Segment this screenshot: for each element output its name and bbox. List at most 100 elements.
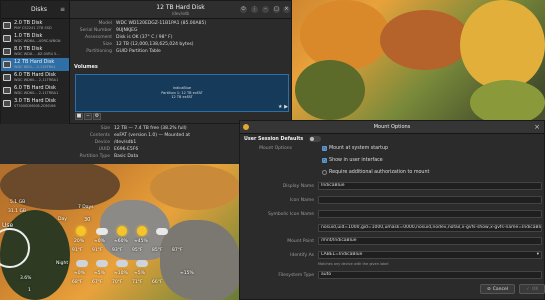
drive-info-key: Partitioning xyxy=(86,49,112,54)
disk-text: 6.0 TB Hard Disk WDC WD60... 2-11TRBA1 xyxy=(14,72,59,83)
drive-info-value: 9UJNKJEG xyxy=(116,28,138,33)
weather-widget: 5.1 GB 31.1 GB Use 7 Days Day 30 20% ≈0%… xyxy=(0,196,200,300)
disk-name: 12 TB Hard Disk xyxy=(14,58,55,65)
wallpaper-tree xyxy=(460,0,545,90)
partition-info-row: Partition Type Basic Data xyxy=(70,154,138,160)
symbolic-icon-name-label: Symbolic Icon Name xyxy=(267,211,314,217)
check-icon: ✓ xyxy=(526,286,530,292)
partition-info-key: Partition Type xyxy=(79,154,110,159)
disk-list-item[interactable]: 8.0 TB Disk WDC WD8... -6Z-0VR4 5... xyxy=(1,45,69,58)
volume-size: 12 TB exFAT xyxy=(171,95,193,99)
identify-as-hint: Matches any device with the given label xyxy=(318,262,389,266)
night-label: Night xyxy=(56,261,69,266)
volume-toolbar: ■ − ⚙ xyxy=(75,113,102,120)
night-precip: ≈0% xyxy=(74,271,85,276)
disk-list-item[interactable]: 6.0 TB Hard Disk WDC WD60... 2-11TRBA1 xyxy=(1,71,69,84)
sunny-icon xyxy=(137,226,147,236)
startup-option-label: Mount at system startup xyxy=(329,146,389,151)
checkbox-require-auth[interactable] xyxy=(322,170,327,175)
filesystem-type-label: Filesystem Type xyxy=(278,272,314,278)
night-low: 71°F xyxy=(132,280,143,285)
disk-list-item[interactable]: 12 TB Hard Disk WDC WD1... 2-11EFRA1 xyxy=(1,58,69,71)
partition-info-key: Size xyxy=(100,126,110,131)
drive-info-key: Model xyxy=(98,21,112,26)
day-precip: 20% xyxy=(74,239,85,244)
close-icon[interactable]: × xyxy=(534,121,540,134)
ok-label: OK xyxy=(531,286,539,292)
disk-device: /dev/sdb xyxy=(171,10,190,16)
night-precip: ≈5% xyxy=(94,271,105,276)
night-low: 67°F xyxy=(92,280,103,285)
symbolic-icon-name-field[interactable] xyxy=(318,210,542,218)
display-name-field[interactable]: IndicaBlue xyxy=(318,182,542,190)
disk-text: 3.0 TB Hard Disk ST3000DM008-2DM166 xyxy=(14,98,56,109)
disk-list: 2.0 TB Disk PNY CS2241 2TB SSD 1.0 TB Disk… xyxy=(1,19,69,110)
cancel-icon: ⊘ xyxy=(487,286,491,292)
disk-text: 2.0 TB Disk PNY CS2241 2TB SSD xyxy=(14,20,52,31)
remove-partition-icon[interactable]: − xyxy=(84,113,92,120)
checkbox-startup[interactable]: ✓ xyxy=(322,146,327,151)
hard-disk-icon xyxy=(3,35,11,42)
star-icon[interactable]: ★ xyxy=(278,104,282,110)
disk-list-item[interactable]: 6.0 TB Hard Disk WDC WD60... 2-11TRBA1 xyxy=(1,84,69,97)
user-session-defaults-toggle[interactable] xyxy=(309,136,322,142)
night-low: 68°F xyxy=(72,280,83,285)
icon-name-label: Icon Name xyxy=(289,197,314,203)
disk-list-item[interactable]: 3.0 TB Hard Disk ST3000DM008-2DM166 xyxy=(1,97,69,110)
maximize-icon[interactable]: □ xyxy=(273,6,280,13)
power-off-icon[interactable]: ⏻ xyxy=(240,6,247,13)
checkbox-show-ui[interactable]: ✓ xyxy=(322,158,327,163)
drive-info-row: Model WDC WD120EDGZ-11B1PA1 (85.00A85) xyxy=(72,21,206,27)
night-cloud-icon xyxy=(136,260,148,267)
partition-info-key: UUID xyxy=(98,147,110,152)
show-ui-option-label: Show in user interface xyxy=(329,158,383,163)
app-icon xyxy=(243,124,249,130)
partition-info-value: 12 TB — 7.4 TB free (38.2% full) xyxy=(114,126,187,131)
mount-point-field[interactable]: /mnt/IndicaBlue xyxy=(318,237,542,245)
volume-nav: ★ ▶ xyxy=(278,104,288,110)
seven-days-label: 7 Days xyxy=(78,205,94,210)
filesystem-type-field[interactable]: auto xyxy=(318,271,542,279)
identify-as-value: LABEL=IndicaBlue xyxy=(321,252,363,257)
partition-info-value: /dev/sdb1 xyxy=(114,140,137,145)
drive-menu-icon[interactable]: ⋮ xyxy=(251,6,258,13)
day-high: 85°F xyxy=(152,248,163,253)
disk-name: 6.0 TB Hard Disk xyxy=(14,84,56,91)
memory-total: 31.1 GB xyxy=(8,209,27,214)
disk-title: 12 TB Hard Disk xyxy=(156,3,205,11)
sidebar-header: Disks ≡ xyxy=(1,1,69,19)
hamburger-menu-icon[interactable]: ≡ xyxy=(60,6,65,13)
partition-info-row: Contents exFAT (version 1.0) — Mounted at xyxy=(70,133,190,139)
close-icon[interactable]: × xyxy=(283,6,290,13)
night-precip: ≈5% xyxy=(134,271,145,276)
day-label: Day xyxy=(58,217,67,222)
drive-info-row: Size 12 TB (12,000,138,625,024 bytes) xyxy=(72,42,194,48)
wallpaper-tree xyxy=(300,0,390,70)
day-high: 91°F xyxy=(72,248,83,253)
sunny-icon xyxy=(117,226,127,236)
minimize-icon[interactable]: – xyxy=(262,6,269,13)
play-icon[interactable]: ▶ xyxy=(284,104,288,110)
day-precip: ≈0% xyxy=(94,239,105,244)
disk-model: WDC WD60... 2-11TRBA1 xyxy=(14,77,59,82)
disk-text: 12 TB Hard Disk WDC WD1... 2-11EFRA1 xyxy=(14,58,56,70)
gear-icon[interactable]: ⚙ xyxy=(93,113,101,120)
disk-list-item[interactable]: 1.0 TB Disk WDC WD6A...-00RC-WBGN xyxy=(1,32,69,45)
display-name-label: Display Name xyxy=(282,183,314,189)
drive-info-key: Serial Number xyxy=(79,28,112,33)
day-high: 91°F xyxy=(92,248,103,253)
ok-button[interactable]: ✓ OK xyxy=(519,284,545,294)
volume-partition-bar[interactable]: IndicaBlue Partition 1: 12 TB exFAT 12 T… xyxy=(75,74,289,112)
mount-options-field[interactable]: nosuid,uid=1000,gid=1000,umask=0000,nosu… xyxy=(318,224,542,232)
dialog-title: Mount Options xyxy=(373,124,411,130)
disk-list-item[interactable]: 2.0 TB Disk PNY CS2241 2TB SSD xyxy=(1,19,69,32)
disk-model: ST3000DM008-2DM166 xyxy=(14,103,56,108)
cancel-label: Cancel xyxy=(492,286,509,292)
partition-info-value: E696-E5F6 xyxy=(114,147,139,152)
wallpaper-tree xyxy=(380,10,470,70)
icon-name-field[interactable] xyxy=(318,196,542,204)
stop-icon[interactable]: ■ xyxy=(75,113,83,120)
cancel-button[interactable]: ⊘ Cancel xyxy=(480,284,516,294)
night-cloud-icon xyxy=(76,260,88,267)
identify-as-select[interactable]: LABEL=IndicaBlue ▾ xyxy=(318,251,542,259)
